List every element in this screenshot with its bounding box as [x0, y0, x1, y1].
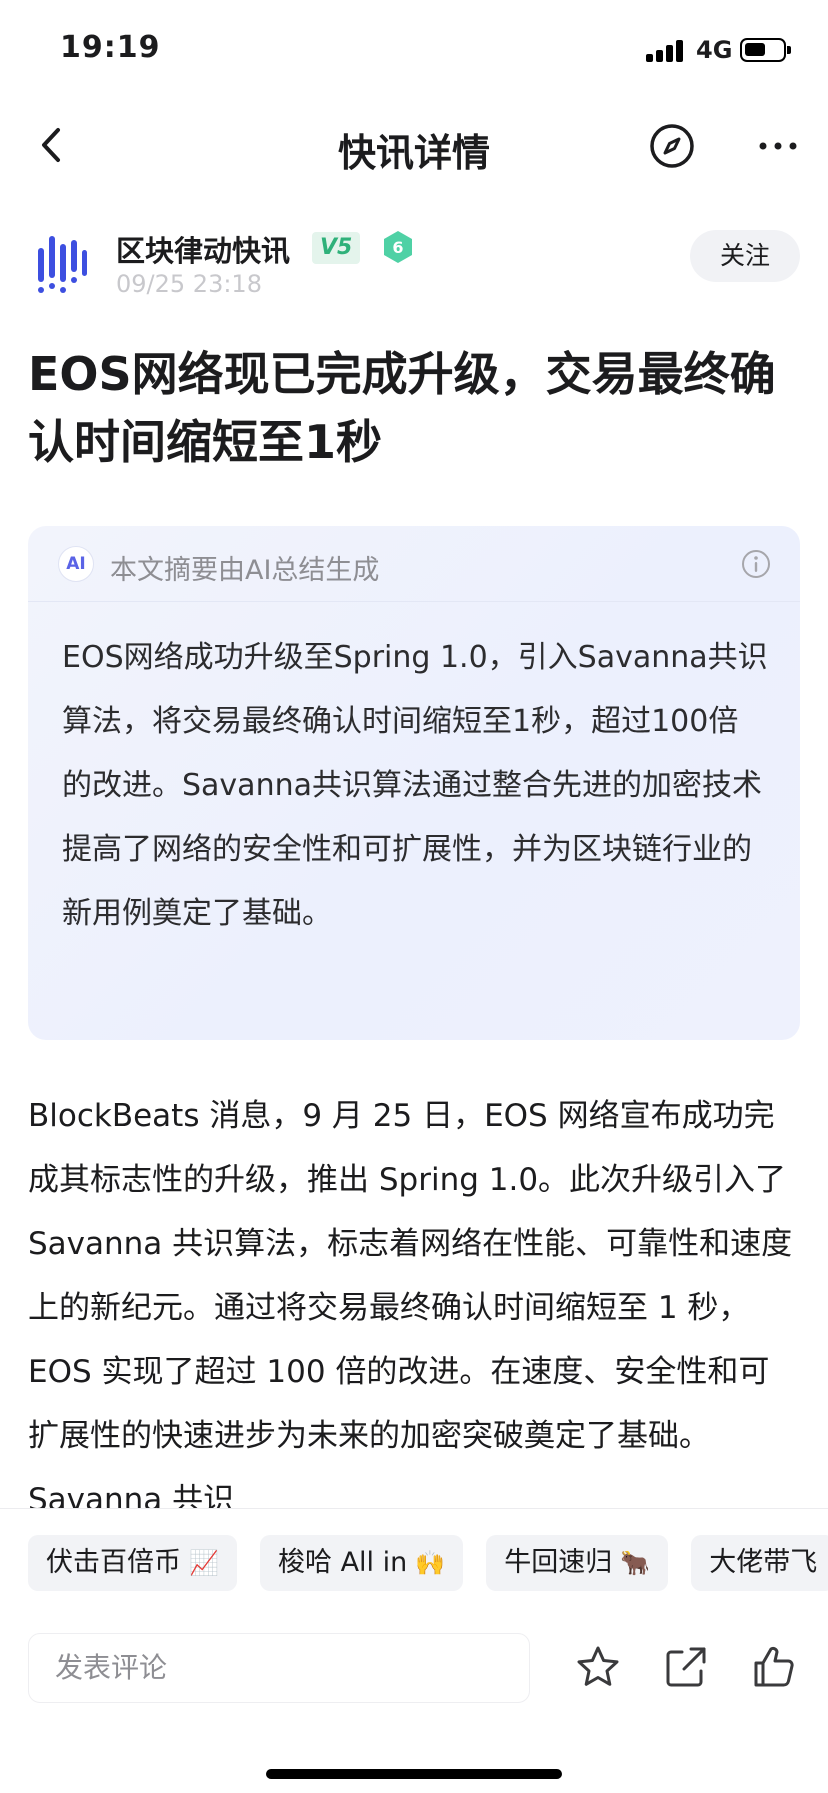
article-body: BlockBeats 消息，9 月 25 日，EOS 网络宣布成功完成其标志性的…	[28, 1098, 793, 1518]
favorite-button[interactable]	[574, 1643, 622, 1691]
network-type: 4G	[696, 36, 733, 64]
tag-chip[interactable]: 牛回速归 🐂	[486, 1535, 669, 1591]
status-time: 19:19	[60, 30, 161, 65]
raised-hands-emoji: 🙌	[415, 1549, 446, 1577]
tag-label: 伏击百倍币	[46, 1547, 181, 1578]
tag-chip[interactable]: 梭哈 All in 🙌	[259, 1535, 464, 1591]
home-indicator[interactable]	[266, 1769, 562, 1779]
compass-icon	[650, 124, 694, 168]
bottom-panel: 伏击百倍币 📈 梭哈 All in 🙌 牛回速归 🐂 大佬带飞 发表评论	[0, 1508, 828, 1793]
tag-label: 大佬带飞	[709, 1547, 818, 1578]
tag-chip[interactable]: 伏击百倍币 📈	[28, 1535, 237, 1591]
like-button[interactable]	[750, 1643, 798, 1691]
status-bar: 19:19 4G	[0, 0, 828, 100]
signal-icon	[646, 40, 686, 62]
star-icon	[577, 1646, 619, 1686]
battery-icon	[740, 38, 791, 62]
thumbs-up-icon	[754, 1646, 794, 1687]
ai-summary-card: AI 本文摘要由AI总结生成 EOS网络成功升级至Spring 1.0，引入Sa…	[28, 526, 800, 1040]
level-number: 6	[392, 238, 403, 257]
info-button[interactable]	[740, 548, 772, 580]
tags-row: 伏击百倍币 📈 梭哈 All in 🙌 牛回速归 🐂 大佬带飞	[28, 1535, 828, 1591]
compass-button[interactable]	[648, 122, 696, 170]
ai-summary-text: EOS网络成功升级至Spring 1.0，引入Savanna共识算法，将交易最终…	[62, 640, 768, 931]
page-title: 快讯详情	[337, 131, 490, 175]
more-button[interactable]	[754, 122, 802, 170]
comment-input[interactable]: 发表评论	[28, 1633, 530, 1703]
level-badge: 6	[382, 230, 414, 264]
chart-up-emoji: 📈	[189, 1549, 219, 1577]
ai-icon: AI	[58, 546, 94, 582]
more-dots-icon	[759, 142, 797, 150]
blockbeats-logo-icon	[38, 236, 87, 293]
ox-emoji: 🐂	[620, 1549, 651, 1577]
share-icon	[666, 1647, 706, 1687]
nav-bar: 快讯详情	[0, 100, 828, 192]
ai-summary-header: AI 本文摘要由AI总结生成	[28, 526, 800, 602]
tag-label: 梭哈 All in	[277, 1547, 408, 1578]
tag-label: 牛回速归	[504, 1547, 613, 1578]
tag-chip[interactable]: 大佬带飞	[691, 1535, 828, 1591]
share-button[interactable]	[662, 1643, 710, 1691]
author-avatar[interactable]	[36, 234, 88, 296]
article-headline: EOS网络现已完成升级，交易最终确认时间缩短至1秒	[28, 347, 776, 469]
follow-button[interactable]: 关注	[690, 230, 800, 282]
info-icon	[742, 550, 770, 578]
post-time: 09/25 23:18	[116, 270, 262, 298]
vip-badge: V5	[312, 232, 361, 264]
author-row: 区块律动快讯 V5 6 09/25 23:18 关注	[0, 222, 828, 312]
author-name[interactable]: 区块律动快讯	[116, 228, 290, 270]
ai-summary-label: 本文摘要由AI总结生成	[110, 555, 380, 586]
